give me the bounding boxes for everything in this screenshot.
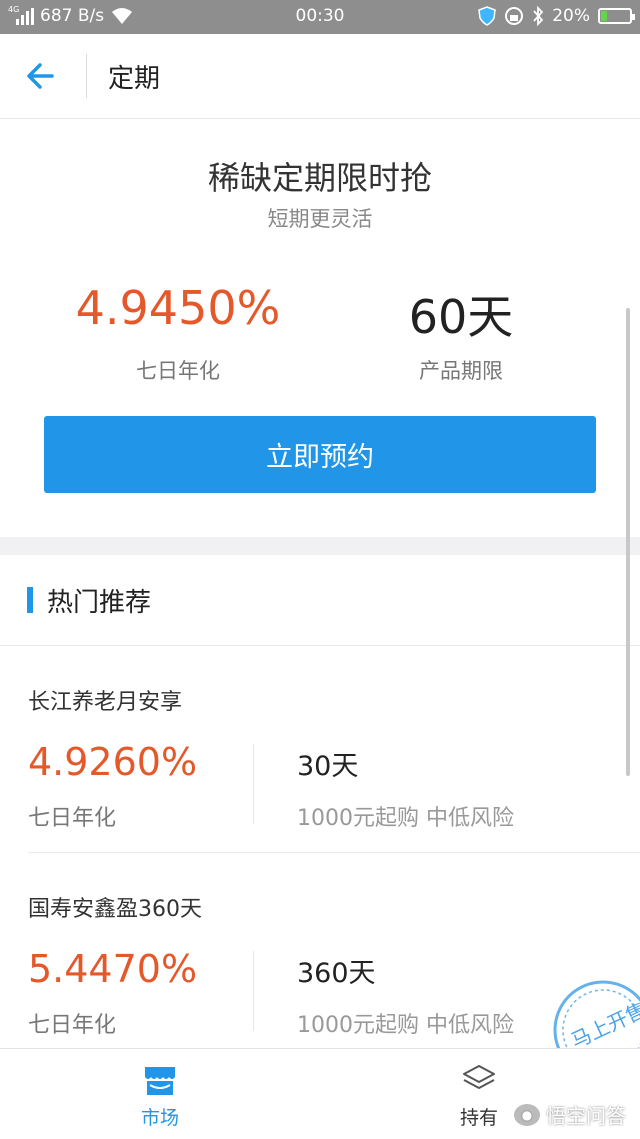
nav-label: 市场 [140, 1107, 179, 1129]
status-right: 20% [478, 6, 635, 26]
section-gap [0, 537, 640, 555]
page-title: 定期 [108, 64, 161, 94]
product-meta: 1000元起购 中低风险 [297, 1013, 514, 1038]
section-accent-bar [27, 587, 33, 613]
product-meta: 1000元起购 中低风险 [297, 806, 514, 831]
stamp-text: 马上开售 [567, 997, 640, 1053]
layers-icon [461, 1063, 497, 1097]
product-name: 国寿安鑫盈360天 [28, 897, 202, 922]
battery-percent: 20% [552, 6, 590, 26]
nav-tab-market[interactable]: 市场 [80, 1049, 240, 1139]
watermark-text: 悟空问答 [546, 1104, 626, 1128]
product-rate-label: 七日年化 [28, 1013, 117, 1038]
featured-rate-label: 七日年化 [136, 359, 220, 383]
product-item[interactable]: 国寿安鑫盈360天 5.4470% 七日年化 360天 1000元起购 中低风险 [0, 853, 640, 1048]
product-term: 360天 [297, 958, 376, 989]
featured-rate: 4.9450% [75, 281, 281, 335]
featured-term: 60天 [408, 290, 514, 344]
battery-icon [598, 8, 635, 24]
product-divider [253, 951, 254, 1031]
product-rate: 4.9260% [28, 740, 198, 784]
product-divider [253, 744, 254, 824]
app-header: 定期 [0, 34, 640, 119]
product-name: 长江养老月安享 [28, 690, 183, 715]
featured-subtitle: 短期更灵活 [267, 207, 373, 231]
watermark-logo-icon: ● [514, 1103, 540, 1126]
watermark: ● 悟空问答 [514, 1100, 626, 1129]
product-term: 30天 [297, 751, 359, 782]
product-rate-label: 七日年化 [28, 806, 117, 831]
featured-term-label: 产品期限 [419, 359, 503, 383]
reserve-button[interactable]: 立即预约 [44, 416, 596, 493]
shield-icon [478, 6, 497, 26]
lock-rotation-icon [504, 6, 524, 26]
header-divider [86, 54, 87, 98]
shop-icon [142, 1063, 178, 1097]
scrollbar[interactable] [626, 308, 630, 776]
product-item[interactable]: 长江养老月安享 4.9260% 七日年化 30天 1000元起购 中低风险 [0, 646, 640, 853]
bluetooth-icon [532, 6, 544, 26]
section-title: 热门推荐 [47, 588, 152, 618]
product-rate: 5.4470% [28, 947, 198, 991]
status-bar: 4G 687 B/s 00:30 20% [0, 0, 640, 34]
back-arrow-icon[interactable] [22, 56, 62, 96]
featured-title: 稀缺定期限时抢 [207, 159, 432, 197]
recommended-section-header: 热门推荐 [0, 555, 640, 646]
featured-product-card: 稀缺定期限时抢 短期更灵活 4.9450% 七日年化 60天 产品期限 立即预约 [0, 119, 640, 537]
